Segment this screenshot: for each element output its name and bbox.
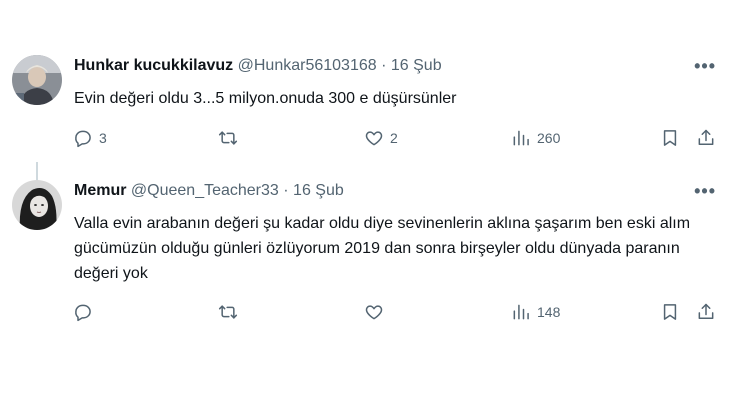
- reply-icon: [75, 130, 91, 148]
- like-icon: [365, 131, 383, 146]
- bookmark-button[interactable]: [660, 123, 680, 153]
- reply-button[interactable]: 3: [73, 123, 107, 153]
- tweet-header: Memur @Queen_Teacher33 · 16 Şub: [74, 182, 344, 200]
- views-icon: [513, 130, 529, 146]
- tweet[interactable]: Hunkar kucukkilavuz @Hunkar56103168 · 16…: [0, 50, 730, 224]
- reply-icon: [75, 304, 91, 322]
- timestamp[interactable]: 16 Şub: [293, 182, 344, 199]
- share-button[interactable]: [696, 297, 716, 327]
- share-icon: [698, 129, 714, 145]
- share-button[interactable]: [696, 123, 716, 153]
- retweet-button[interactable]: [218, 297, 244, 327]
- timestamp[interactable]: 16 Şub: [391, 57, 442, 74]
- tweet-text: Valla evin arabanın değeri şu kadar oldu…: [74, 215, 691, 282]
- bookmark-icon: [663, 130, 677, 146]
- avatar[interactable]: [12, 180, 62, 230]
- tweet-actions: 3 2 260: [0, 123, 730, 153]
- tweet-header: Hunkar kucukkilavuz @Hunkar56103168 · 16…: [74, 57, 442, 75]
- reply-count: 3: [99, 130, 107, 146]
- retweet-button[interactable]: [218, 123, 244, 153]
- display-name[interactable]: Memur: [74, 182, 126, 199]
- views-button[interactable]: 148: [511, 297, 560, 327]
- bookmark-button[interactable]: [660, 297, 680, 327]
- like-button[interactable]: [364, 297, 390, 327]
- display-name[interactable]: Hunkar kucukkilavuz: [74, 57, 233, 74]
- view-count: 148: [537, 304, 561, 320]
- reply-button[interactable]: [73, 297, 99, 327]
- handle[interactable]: @Hunkar56103168: [238, 57, 377, 74]
- more-options-icon[interactable]: •••: [694, 181, 716, 202]
- view-count: 260: [537, 130, 561, 146]
- share-icon: [698, 303, 714, 319]
- tweet[interactable]: Memur @Queen_Teacher33 · 16 Şub ••• Vall…: [0, 175, 730, 335]
- avatar[interactable]: [12, 55, 62, 105]
- tweet-actions: 148: [0, 297, 730, 327]
- retweet-icon: [218, 305, 238, 319]
- like-icon: [365, 305, 383, 320]
- views-button[interactable]: 260: [511, 123, 560, 153]
- like-button[interactable]: 2: [364, 123, 398, 153]
- retweet-icon: [218, 131, 238, 145]
- views-icon: [513, 304, 529, 320]
- separator: ·: [381, 57, 387, 74]
- like-count: 2: [390, 130, 398, 146]
- bookmark-icon: [663, 304, 677, 320]
- more-options-icon[interactable]: •••: [694, 56, 716, 77]
- separator: ·: [283, 182, 289, 199]
- tweet-text: Evin değeri oldu 3...5 milyon.onuda 300 …: [74, 90, 457, 107]
- handle[interactable]: @Queen_Teacher33: [131, 182, 279, 199]
